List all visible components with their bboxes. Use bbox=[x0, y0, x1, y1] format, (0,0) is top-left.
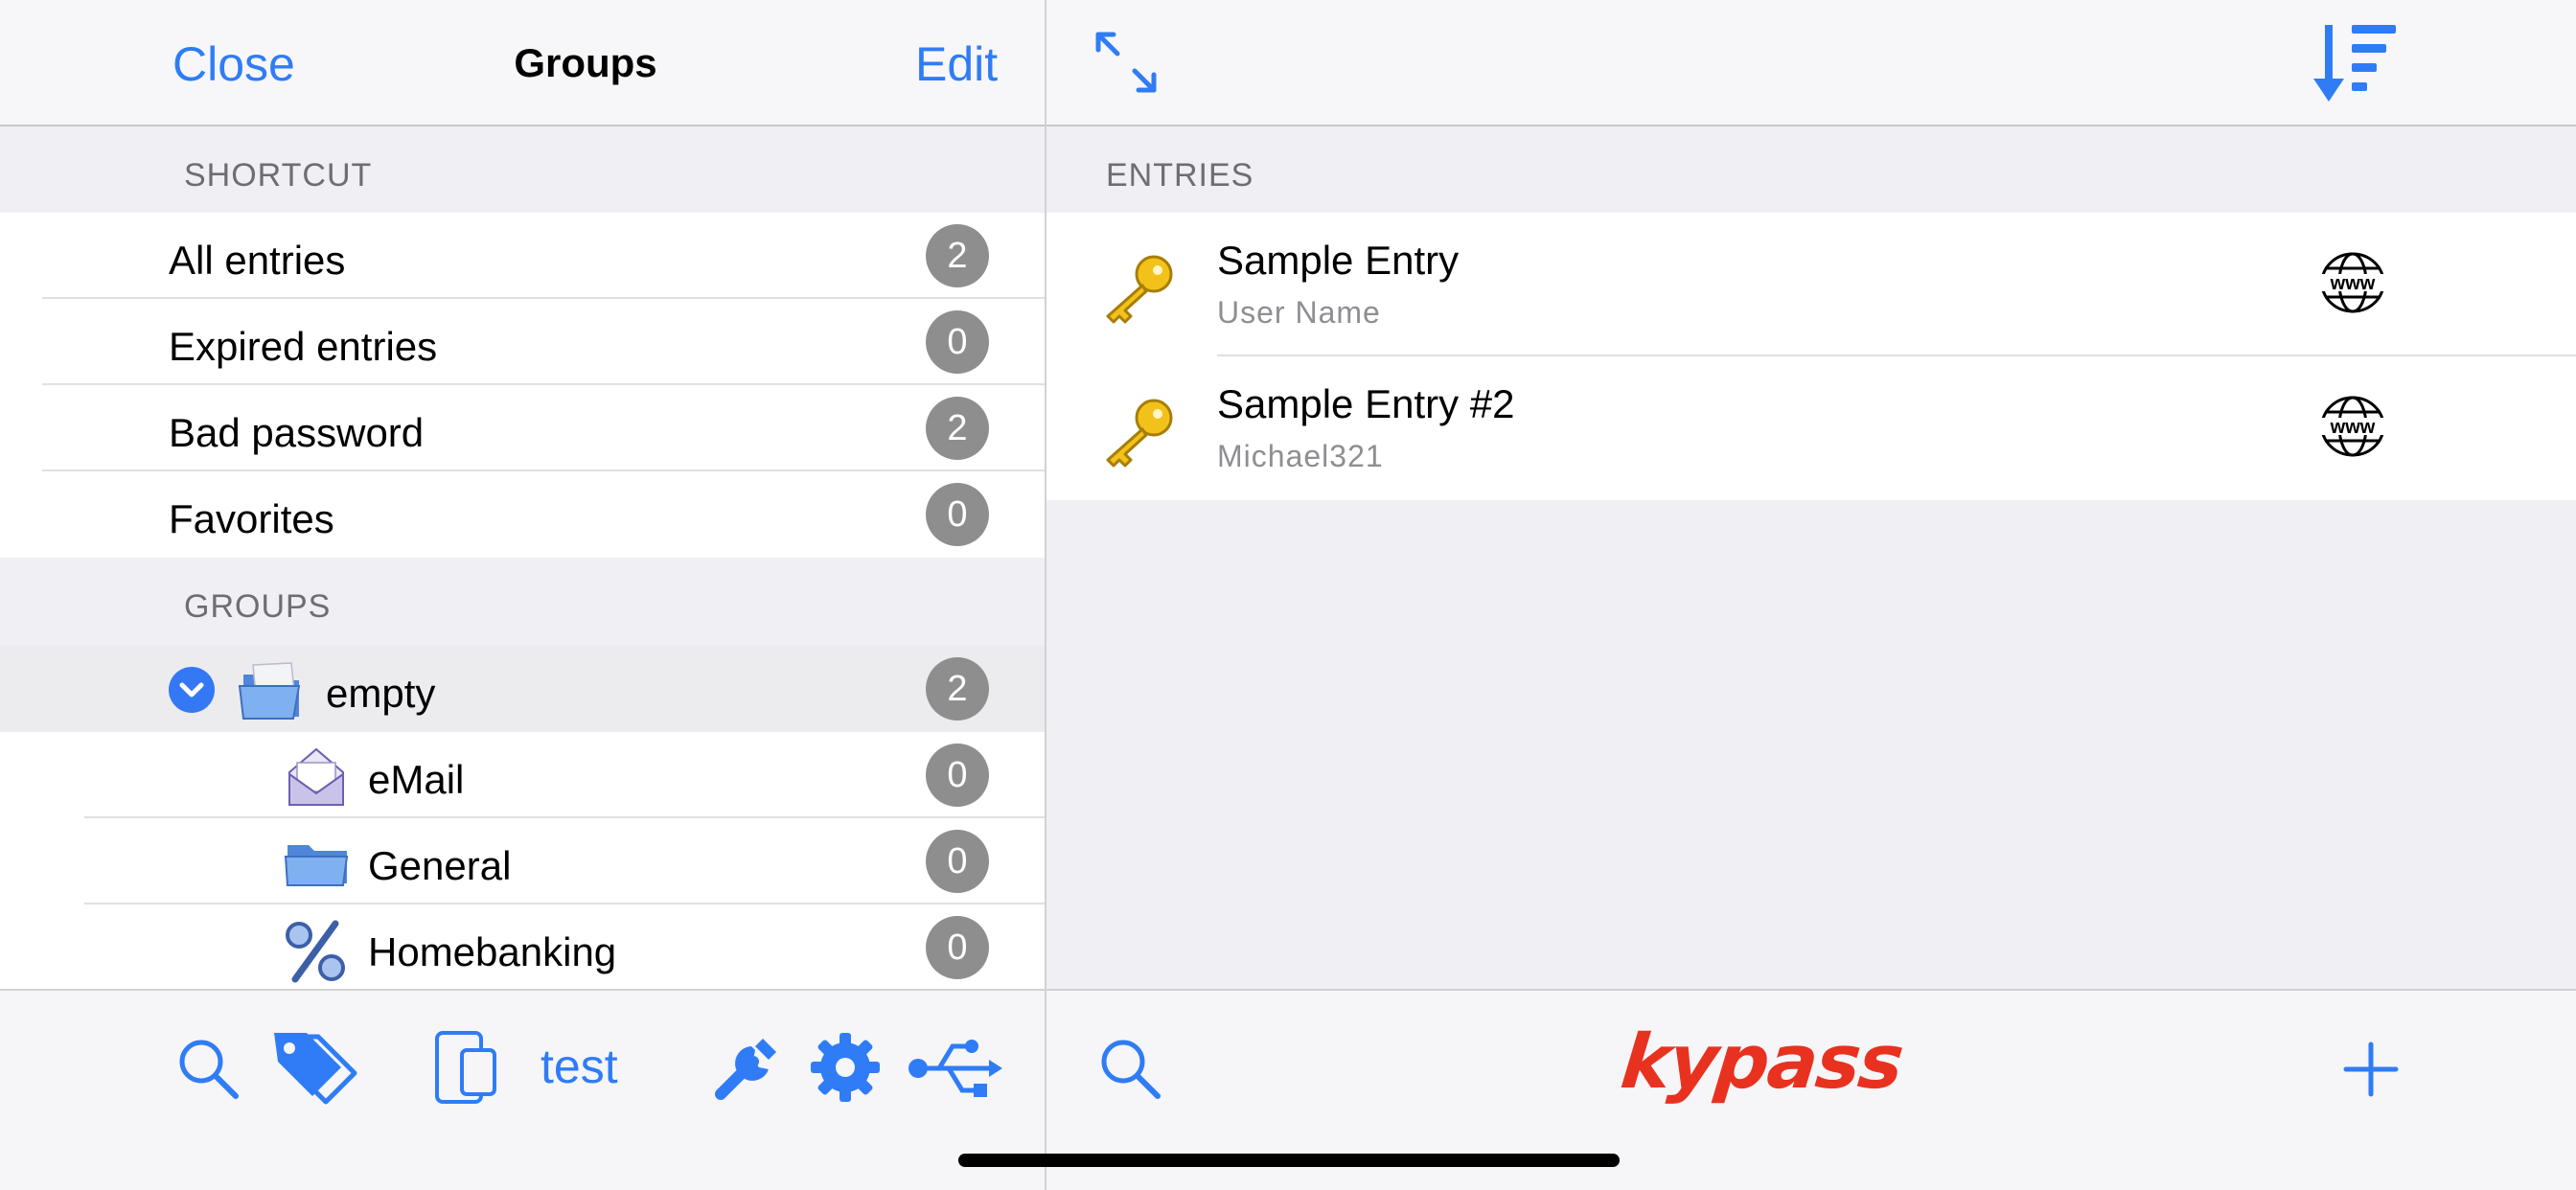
groups-toolbar: test bbox=[0, 989, 1046, 1190]
shortcut-item-bad-password[interactable]: Bad password 2 bbox=[0, 385, 1046, 471]
gear-icon[interactable] bbox=[811, 1033, 880, 1107]
group-item-empty[interactable]: empty 2 bbox=[0, 646, 1046, 732]
add-icon[interactable] bbox=[2342, 1041, 2400, 1103]
group-item-general[interactable]: General 0 bbox=[0, 818, 1046, 904]
device-label[interactable]: test bbox=[540, 1039, 618, 1094]
percent-icon bbox=[282, 918, 349, 983]
groups-pane: Close Groups Edit SHORTCUT All entries 2… bbox=[0, 0, 1046, 1190]
shortcut-section-header: SHORTCUT bbox=[0, 128, 1046, 215]
groups-nav-bar: Close Groups Edit bbox=[0, 0, 1046, 126]
entry-row[interactable]: Sample Entry #2 Michael321 www bbox=[1046, 356, 2576, 500]
count-badge: 2 bbox=[926, 657, 989, 721]
group-label: General bbox=[368, 843, 512, 888]
groups-section-header: GROUPS bbox=[0, 560, 1046, 646]
folder-open-icon bbox=[238, 659, 305, 721]
search-icon[interactable] bbox=[1096, 1035, 1163, 1107]
kypass-logo: kypass bbox=[1617, 1019, 1906, 1106]
entries-nav-bar bbox=[1046, 0, 2576, 126]
group-item-email[interactable]: eMail 0 bbox=[0, 732, 1046, 818]
key-icon bbox=[1100, 251, 1177, 329]
key-icon bbox=[1100, 395, 1177, 472]
search-icon[interactable] bbox=[174, 1035, 242, 1107]
wrench-icon[interactable] bbox=[709, 1029, 786, 1110]
shortcut-label: All entries bbox=[169, 238, 346, 283]
count-badge: 0 bbox=[926, 916, 989, 979]
group-label: eMail bbox=[368, 757, 465, 802]
entry-title: Sample Entry #2 bbox=[1217, 381, 1515, 426]
folder-icon bbox=[284, 832, 351, 893]
entries-section-header: ENTRIES bbox=[1106, 157, 1254, 194]
shortcut-label: Bad password bbox=[169, 410, 425, 455]
expand-icon[interactable] bbox=[1092, 29, 1160, 101]
expand-chevron-icon[interactable] bbox=[169, 667, 215, 713]
entry-title: Sample Entry bbox=[1217, 238, 1460, 283]
group-label: Homebanking bbox=[368, 929, 617, 974]
count-badge: 0 bbox=[926, 483, 989, 546]
entry-subtitle: User Name bbox=[1217, 295, 1381, 330]
nav-title: Groups bbox=[514, 40, 657, 85]
www-globe-icon[interactable]: www bbox=[2319, 395, 2386, 463]
svg-text:www: www bbox=[2330, 417, 2376, 438]
tags-icon[interactable] bbox=[270, 1029, 362, 1110]
envelope-icon bbox=[284, 745, 351, 807]
www-globe-icon[interactable]: www bbox=[2319, 251, 2386, 319]
usb-icon[interactable] bbox=[907, 1035, 1002, 1107]
shortcut-item-favorites[interactable]: Favorites 0 bbox=[0, 471, 1046, 558]
count-badge: 0 bbox=[926, 310, 989, 374]
group-item-homebanking[interactable]: Homebanking 0 bbox=[0, 904, 1046, 991]
sort-icon[interactable] bbox=[2313, 21, 2400, 112]
count-badge: 2 bbox=[926, 224, 989, 287]
count-badge: 0 bbox=[926, 744, 989, 807]
shortcut-item-expired-entries[interactable]: Expired entries 0 bbox=[0, 299, 1046, 385]
entry-subtitle: Michael321 bbox=[1217, 439, 1384, 473]
edit-button[interactable]: Edit bbox=[915, 36, 998, 92]
device-icon[interactable] bbox=[433, 1029, 500, 1110]
count-badge: 0 bbox=[926, 830, 989, 893]
count-badge: 2 bbox=[926, 397, 989, 460]
shortcut-label: Expired entries bbox=[169, 324, 438, 369]
group-label: empty bbox=[326, 671, 436, 716]
home-indicator[interactable] bbox=[958, 1154, 1620, 1167]
shortcut-item-all-entries[interactable]: All entries 2 bbox=[0, 213, 1046, 299]
entry-row[interactable]: Sample Entry User Name www bbox=[1046, 213, 2576, 356]
entries-pane: ENTRIES Sample Entry User Name www Sampl… bbox=[1046, 0, 2576, 1190]
svg-text:www: www bbox=[2330, 273, 2376, 294]
shortcut-label: Favorites bbox=[169, 496, 334, 541]
